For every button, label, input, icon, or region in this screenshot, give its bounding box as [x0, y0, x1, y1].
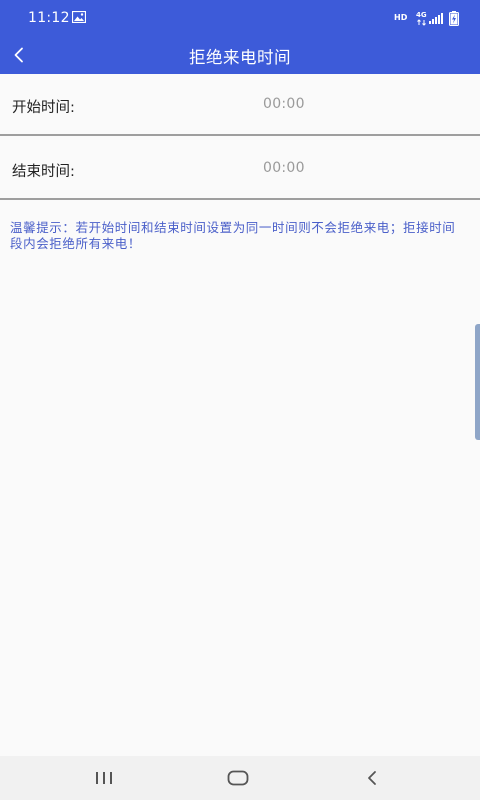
battery-charging-icon	[449, 11, 459, 26]
start-time-label: 开始时间:	[12, 100, 75, 116]
end-time-value[interactable]: 00:00	[263, 160, 305, 176]
hd-icon: HD	[394, 13, 408, 22]
recent-apps-button[interactable]	[74, 756, 134, 800]
gallery-icon	[72, 11, 86, 23]
status-bar: 11:12 HD 4G	[0, 0, 480, 36]
edge-panel-handle[interactable]	[475, 324, 480, 440]
app-bar: 拒绝来电时间	[0, 36, 480, 74]
network-4g-label: 4G	[416, 11, 427, 19]
recent-apps-icon	[96, 772, 112, 784]
navigation-bar	[0, 756, 480, 800]
start-time-row[interactable]: 开始时间: 00:00	[0, 74, 480, 136]
home-button[interactable]	[208, 756, 268, 800]
page-title: 拒绝来电时间	[189, 48, 291, 67]
back-icon	[368, 771, 376, 785]
end-time-label: 结束时间:	[12, 164, 75, 180]
start-time-value[interactable]: 00:00	[263, 96, 305, 112]
network-4g-icon: 4G	[416, 11, 427, 26]
home-icon	[227, 770, 249, 786]
end-time-row[interactable]: 结束时间: 00:00	[0, 138, 480, 200]
signal-icon	[429, 13, 443, 24]
system-back-button[interactable]	[342, 756, 402, 800]
screen: 11:12 HD 4G 拒绝来电时间 开始时间: 00:00 结束时间: 00:…	[0, 0, 480, 800]
status-time: 11:12	[28, 10, 70, 26]
tip-text: 温馨提示：若开始时间和结束时间设置为同一时间则不会拒绝来电；拒接时间段内会拒绝所…	[10, 220, 456, 251]
